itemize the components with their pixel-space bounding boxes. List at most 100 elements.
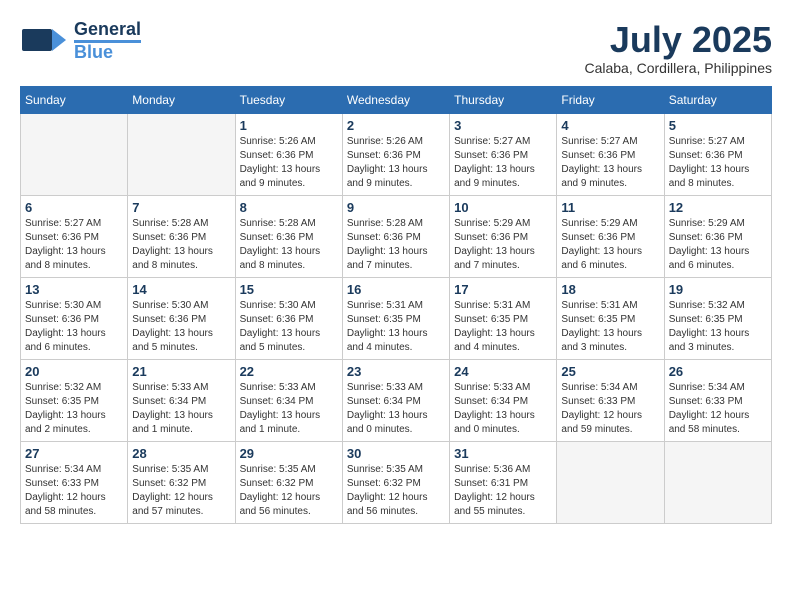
logo-blue: Blue [74,40,141,63]
day-number: 12 [669,200,767,215]
table-row: 25Sunrise: 5:34 AM Sunset: 6:33 PM Dayli… [557,359,664,441]
table-row: 27 Sunrise: 5:34 AM Sunset: 6:33 PM Dayli… [21,441,128,523]
table-row: 20Sunrise: 5:32 AM Sunset: 6:35 PM Dayli… [21,359,128,441]
day-number: 10 [454,200,552,215]
table-row: 13 Sunrise: 5:30 AM Sunset: 6:36 PM Dayli… [21,277,128,359]
table-row: 3 Sunrise: 5:27 AM Sunset: 6:36 PM Daylig… [450,113,557,195]
table-row: 17 Sunrise: 5:31 AM Sunset: 6:35 PM Dayli… [450,277,557,359]
day-info: Sunrise: 5:32 AM Sunset: 6:35 PM Dayligh… [669,299,767,355]
table-row: 5 Sunrise: 5:27 AM Sunset: 6:36 PM Daylig… [664,113,771,195]
day-number: 6 [25,200,123,215]
day-number: 26 [669,364,767,379]
day-info: Sunrise: 5:27 AM Sunset: 6:36 PM Dayligh… [561,135,659,191]
day-number: 9 [347,200,445,215]
header-friday: Friday [557,86,664,113]
day-info: Sunrise: 5:36 AM Sunset: 6:31 PM Dayligh… [454,463,552,519]
day-number: 22 [240,364,338,379]
day-number: 16 [347,282,445,297]
day-info: Sunrise: 5:35 AM Sunset: 6:32 PM Dayligh… [347,463,445,519]
table-row: 21Sunrise: 5:33 AM Sunset: 6:34 PM Dayli… [128,359,235,441]
day-info: Sunrise: 5:34 AM Sunset: 6:33 PM Dayligh… [669,381,767,437]
day-info: Sunrise: 5:31 AM Sunset: 6:35 PM Dayligh… [454,299,552,355]
day-info: Sunrise: 5:30 AM Sunset: 6:36 PM Dayligh… [132,299,230,355]
table-row: 18 Sunrise: 5:31 AM Sunset: 6:35 PM Dayli… [557,277,664,359]
day-number: 29 [240,446,338,461]
day-number: 11 [561,200,659,215]
table-row: 12 Sunrise: 5:29 AM Sunset: 6:36 PM Dayli… [664,195,771,277]
day-number: 3 [454,118,552,133]
day-info: Sunrise: 5:26 AM Sunset: 6:36 PM Dayligh… [240,135,338,191]
day-number: 2 [347,118,445,133]
day-number: 31 [454,446,552,461]
day-number: 18 [561,282,659,297]
table-row: 4 Sunrise: 5:27 AM Sunset: 6:36 PM Daylig… [557,113,664,195]
calendar-week-row: 20Sunrise: 5:32 AM Sunset: 6:35 PM Dayli… [21,359,772,441]
day-number: 13 [25,282,123,297]
day-info: Sunrise: 5:32 AM Sunset: 6:35 PM Dayligh… [25,381,123,437]
day-number: 14 [132,282,230,297]
header-wednesday: Wednesday [342,86,449,113]
day-info: Sunrise: 5:31 AM Sunset: 6:35 PM Dayligh… [561,299,659,355]
day-number: 1 [240,118,338,133]
table-row [664,441,771,523]
day-info: Sunrise: 5:33 AM Sunset: 6:34 PM Dayligh… [347,381,445,437]
day-number: 27 [25,446,123,461]
day-info: Sunrise: 5:27 AM Sunset: 6:36 PM Dayligh… [669,135,767,191]
calendar-week-row: 13 Sunrise: 5:30 AM Sunset: 6:36 PM Dayli… [21,277,772,359]
table-row [557,441,664,523]
day-number: 23 [347,364,445,379]
table-row: 28Sunrise: 5:35 AM Sunset: 6:32 PM Dayli… [128,441,235,523]
day-number: 5 [669,118,767,133]
day-number: 19 [669,282,767,297]
calendar-week-row: 6Sunrise: 5:27 AM Sunset: 6:36 PM Daylig… [21,195,772,277]
table-row: 16 Sunrise: 5:31 AM Sunset: 6:35 PM Dayli… [342,277,449,359]
table-row: 6Sunrise: 5:27 AM Sunset: 6:36 PM Daylig… [21,195,128,277]
day-info: Sunrise: 5:34 AM Sunset: 6:33 PM Dayligh… [25,463,123,519]
day-info: Sunrise: 5:29 AM Sunset: 6:36 PM Dayligh… [669,217,767,273]
day-info: Sunrise: 5:27 AM Sunset: 6:36 PM Dayligh… [454,135,552,191]
day-info: Sunrise: 5:26 AM Sunset: 6:36 PM Dayligh… [347,135,445,191]
table-row: 8 Sunrise: 5:28 AM Sunset: 6:36 PM Daylig… [235,195,342,277]
day-number: 25 [561,364,659,379]
day-info: Sunrise: 5:28 AM Sunset: 6:36 PM Dayligh… [347,217,445,273]
header-monday: Monday [128,86,235,113]
header-saturday: Saturday [664,86,771,113]
day-info: Sunrise: 5:28 AM Sunset: 6:36 PM Dayligh… [132,217,230,273]
day-number: 17 [454,282,552,297]
table-row: 23 Sunrise: 5:33 AM Sunset: 6:34 PM Dayli… [342,359,449,441]
day-info: Sunrise: 5:35 AM Sunset: 6:32 PM Dayligh… [132,463,230,519]
day-number: 24 [454,364,552,379]
day-info: Sunrise: 5:33 AM Sunset: 6:34 PM Dayligh… [240,381,338,437]
day-info: Sunrise: 5:29 AM Sunset: 6:36 PM Dayligh… [561,217,659,273]
day-number: 4 [561,118,659,133]
header-tuesday: Tuesday [235,86,342,113]
table-row: 26 Sunrise: 5:34 AM Sunset: 6:33 PM Dayli… [664,359,771,441]
day-number: 15 [240,282,338,297]
table-row: 9 Sunrise: 5:28 AM Sunset: 6:36 PM Daylig… [342,195,449,277]
day-info: Sunrise: 5:35 AM Sunset: 6:32 PM Dayligh… [240,463,338,519]
weekday-header-row: Sunday Monday Tuesday Wednesday Thursday… [21,86,772,113]
day-number: 7 [132,200,230,215]
table-row: 11 Sunrise: 5:29 AM Sunset: 6:36 PM Dayli… [557,195,664,277]
table-row: 29 Sunrise: 5:35 AM Sunset: 6:32 PM Dayli… [235,441,342,523]
table-row [21,113,128,195]
table-row: 19 Sunrise: 5:32 AM Sunset: 6:35 PM Dayli… [664,277,771,359]
logo-general: General [74,20,141,40]
table-row: 2 Sunrise: 5:26 AM Sunset: 6:36 PM Daylig… [342,113,449,195]
day-number: 8 [240,200,338,215]
day-info: Sunrise: 5:31 AM Sunset: 6:35 PM Dayligh… [347,299,445,355]
day-info: Sunrise: 5:28 AM Sunset: 6:36 PM Dayligh… [240,217,338,273]
header-sunday: Sunday [21,86,128,113]
page-header: General Blue July 2025 Calaba, Cordiller… [20,20,772,76]
table-row: 30 Sunrise: 5:35 AM Sunset: 6:32 PM Dayli… [342,441,449,523]
table-row: 10Sunrise: 5:29 AM Sunset: 6:36 PM Dayli… [450,195,557,277]
day-info: Sunrise: 5:33 AM Sunset: 6:34 PM Dayligh… [132,381,230,437]
logo: General Blue [20,20,141,63]
month-year-title: July 2025 [584,20,772,60]
table-row: 14 Sunrise: 5:30 AM Sunset: 6:36 PM Dayli… [128,277,235,359]
calendar-table: Sunday Monday Tuesday Wednesday Thursday… [20,86,772,524]
calendar-week-row: 1 Sunrise: 5:26 AM Sunset: 6:36 PM Daylig… [21,113,772,195]
day-info: Sunrise: 5:30 AM Sunset: 6:36 PM Dayligh… [25,299,123,355]
day-number: 30 [347,446,445,461]
table-row: 22 Sunrise: 5:33 AM Sunset: 6:34 PM Dayli… [235,359,342,441]
